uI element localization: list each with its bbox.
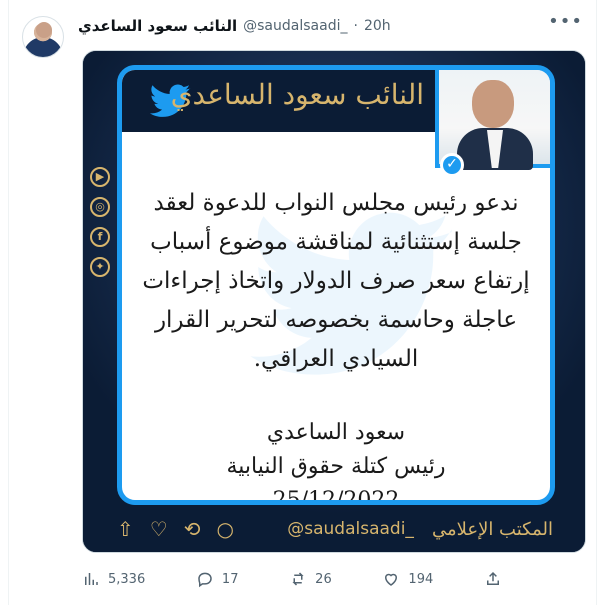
media-office: المكتب الإعلامي — [431, 518, 553, 540]
handle[interactable]: @saudalsaadi_ — [243, 18, 347, 34]
views-icon — [82, 570, 100, 588]
reply-icon — [196, 570, 214, 588]
statement-card: النائب سعود الساعدي ✓ ندعو رئيس مجلس الن… — [117, 65, 555, 505]
share-action-icon — [484, 570, 502, 588]
verified-badge-icon: ✓ — [440, 153, 464, 177]
statement-text: ندعو رئيس مجلس النواب للدعوة لعقد جلسة إ… — [140, 184, 532, 379]
heart-icon: ♡ — [149, 517, 168, 541]
right-divider — [596, 0, 597, 605]
retweet-action-icon — [289, 570, 307, 588]
tweet-actions: 5,336 17 26 194 — [82, 567, 502, 591]
left-divider — [8, 0, 9, 605]
card-title: النائب سعود الساعدي — [170, 78, 424, 111]
signature-block: سعود الساعدي رئيس كتلة حقوق النيابية 25/… — [146, 416, 526, 505]
share-button[interactable] — [484, 570, 502, 588]
avatar[interactable] — [22, 16, 64, 58]
signature-name: سعود الساعدي — [266, 420, 406, 445]
views-count: 5,336 — [108, 571, 146, 587]
separator-dot: · — [353, 18, 358, 34]
signature-role: رئيس كتلة حقوق النيابية — [226, 454, 446, 479]
card-title-bar: النائب سعود الساعدي — [122, 70, 444, 132]
twitter-icon: ✦ — [90, 257, 110, 277]
like-button[interactable]: 194 — [382, 570, 433, 588]
views-button[interactable]: 5,336 — [82, 570, 145, 588]
like-icon — [382, 570, 400, 588]
retweet-count: 26 — [315, 571, 332, 587]
social-links: ▶ ◎ f ✦ — [90, 167, 114, 277]
tweet-header: النائب سعود الساعدي @saudalsaadi_ · 20h — [78, 15, 585, 37]
more-icon[interactable]: ••• — [548, 13, 583, 31]
image-footer: ⇧ ♡ ⟲ ○ @saudalsaadi_ المكتب الإعلامي — [117, 514, 553, 544]
share-icon: ⇧ — [117, 517, 134, 541]
timestamp[interactable]: 20h — [364, 18, 391, 34]
facebook-icon: f — [90, 227, 110, 247]
retweet-button[interactable]: 26 — [289, 570, 332, 588]
image-action-icons: ⇧ ♡ ⟲ ○ — [117, 517, 234, 541]
reply-count: 17 — [221, 571, 239, 587]
statement-line-1: ندعو رئيس مجلس النواب للدعوة لعقد — [153, 190, 519, 216]
like-count: 194 — [408, 571, 434, 587]
retweet-icon: ⟲ — [183, 517, 201, 541]
statement-line-2: جلسة إستثنائية لمناقشة موضوع أسباب — [150, 229, 522, 255]
comment-icon: ○ — [216, 517, 234, 541]
instagram-icon: ◎ — [90, 197, 110, 217]
statement-line-5: السيادي العراقي. — [253, 346, 419, 372]
footer-handle: @saudalsaadi_ — [287, 519, 414, 539]
statement-line-4: عاجلة وحاسمة بخصوصه لتحرير القرار — [154, 307, 518, 333]
youtube-icon: ▶ — [90, 167, 110, 187]
signature-date: 25/12/2022 — [272, 488, 400, 505]
avatar-face — [36, 22, 52, 38]
reply-button[interactable]: 17 — [196, 570, 239, 588]
display-name[interactable]: النائب سعود الساعدي — [78, 17, 237, 35]
statement-line-3: إرتفاع سعر صرف الدولار واتخاذ إجراءات — [142, 268, 530, 294]
footer-meta: @saudalsaadi_ المكتب الإعلامي — [287, 519, 553, 540]
photo-head — [472, 80, 514, 128]
tweet-image[interactable]: ▶ ◎ f ✦ النائب سعود الساعدي ✓ ندعو رئيس … — [82, 50, 586, 553]
